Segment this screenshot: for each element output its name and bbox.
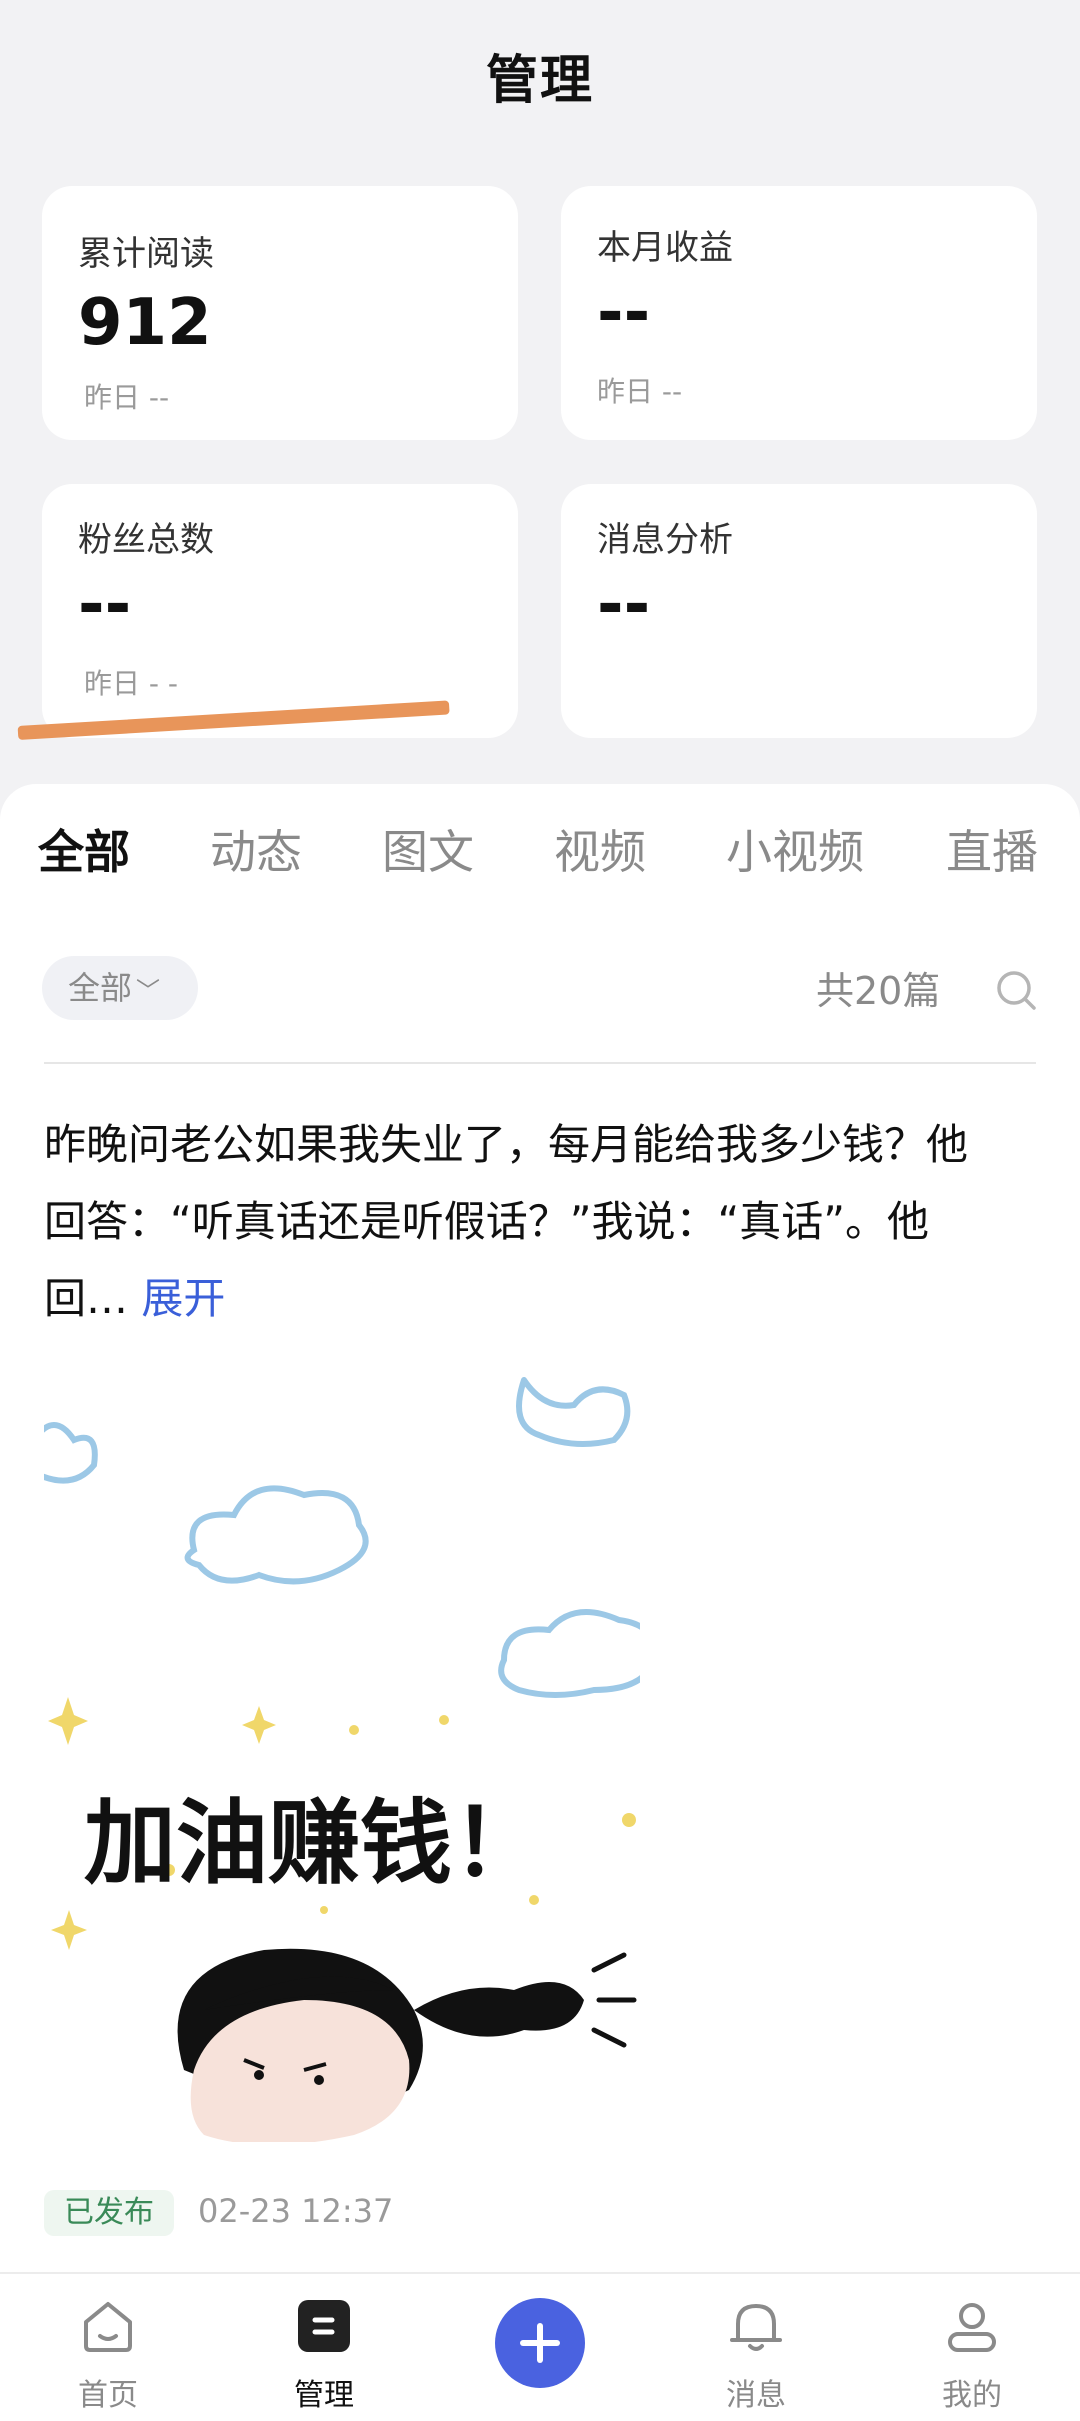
post-count: 共20篇	[816, 969, 941, 1013]
nav-manage[interactable]: 管理	[244, 2274, 404, 2421]
post-timestamp: 02-23 12:37	[198, 2192, 394, 2230]
nav-label: 管理	[294, 2378, 354, 2413]
tab-videos[interactable]: 视频	[554, 816, 646, 882]
tab-articles[interactable]: 图文	[382, 816, 474, 882]
stat-value: --	[597, 568, 651, 642]
nav-home[interactable]: 首页	[28, 2274, 188, 2421]
add-icon	[520, 2323, 560, 2363]
stat-label: 粉丝总数	[78, 520, 214, 560]
stat-label: 消息分析	[597, 520, 733, 560]
manage-icon	[298, 2300, 350, 2352]
nav-profile[interactable]: 我的	[892, 2274, 1052, 2421]
post-text[interactable]: 昨晚问老公如果我失业了，每月能给我多少钱？他回答：“听真话还是听假话？”我说：“…	[44, 1106, 1004, 1337]
page-title: 管理	[485, 51, 594, 111]
stat-value: 912	[78, 286, 212, 360]
stat-value: --	[597, 276, 651, 350]
content-tabs: 全部 动态 图文 视频 小视频 直播	[0, 816, 1080, 896]
nav-messages[interactable]: 消息	[676, 2274, 836, 2421]
image-caption: 加油赚钱！	[84, 1790, 544, 1897]
tab-live[interactable]: 直播	[946, 816, 1038, 882]
cartoon-illustration: 加油赚钱！	[44, 1370, 640, 2142]
search-icon[interactable]	[994, 968, 1038, 1012]
divider	[44, 1062, 1036, 1064]
filter-dropdown[interactable]: 全部 ﹀	[42, 956, 198, 1020]
tab-all[interactable]: 全部	[38, 816, 130, 882]
profile-icon	[948, 2303, 996, 2352]
post-image[interactable]: 加油赚钱！	[44, 1370, 640, 2142]
nav-label: 我的	[942, 2378, 1002, 2413]
status-badge: 已发布	[44, 2190, 174, 2236]
stat-card-monthly-income[interactable]: 本月收益 -- 昨日 --	[561, 186, 1037, 440]
stat-label: 累计阅读	[78, 234, 214, 274]
add-button[interactable]	[495, 2298, 585, 2388]
stat-value: --	[78, 568, 132, 642]
stat-sub: 昨日 - -	[84, 667, 179, 700]
stat-sub: 昨日 --	[84, 381, 170, 414]
stat-card-total-reads[interactable]: 累计阅读 912 昨日 --	[42, 186, 518, 440]
home-icon	[84, 2302, 132, 2352]
nav-label: 首页	[78, 2378, 138, 2413]
filter-label: 全部	[68, 969, 133, 1007]
expand-link[interactable]: 展开	[141, 1274, 225, 1323]
tab-moments[interactable]: 动态	[210, 816, 302, 882]
stat-card-message-analysis[interactable]: 消息分析 --	[561, 484, 1037, 738]
chevron-down-icon: ﹀	[136, 977, 161, 1005]
stat-label: 本月收益	[597, 228, 733, 268]
stat-sub: 昨日 --	[597, 375, 683, 408]
bottom-nav: 首页 管理 消息 我的	[0, 2272, 1080, 2421]
content-panel: 全部 动态 图文 视频 小视频 直播 全部 ﹀ 共20篇 昨晚问老公如果我失业了，…	[0, 784, 1080, 2274]
bell-icon	[730, 2304, 782, 2351]
tab-short-videos[interactable]: 小视频	[726, 816, 864, 882]
nav-label: 消息	[726, 2378, 786, 2413]
manage-page: 管理 累计阅读 912 昨日 -- 本月收益 -- 昨日 -- 粉丝总数 -- …	[0, 0, 1080, 2421]
